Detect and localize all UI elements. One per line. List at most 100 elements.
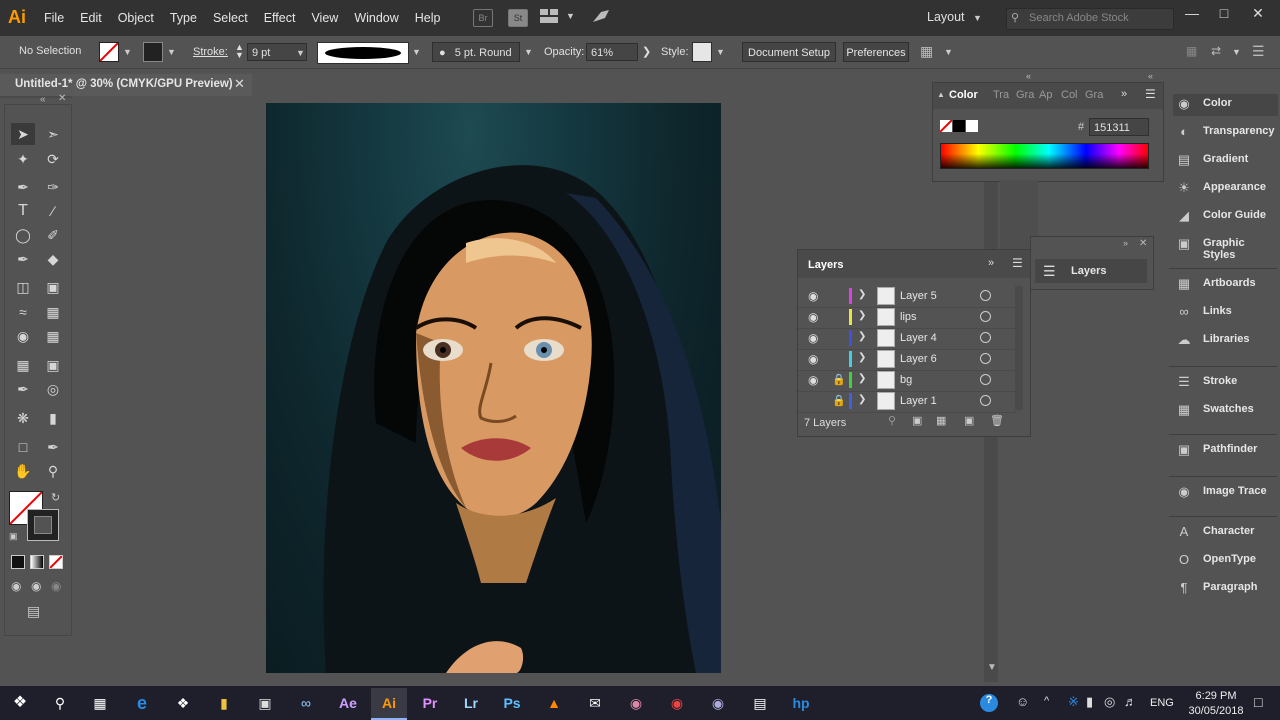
after-effects-icon[interactable]: Ae (330, 688, 366, 718)
collapse-panels-icon[interactable]: « (1026, 71, 1031, 81)
expand-chevron-icon[interactable]: ❯ (858, 394, 866, 405)
scroll-down-icon[interactable]: ▼ (987, 662, 997, 673)
reflect-tool-icon[interactable]: ◫ (11, 276, 35, 298)
hex-input[interactable]: 151311 (1089, 118, 1149, 136)
chevron-down-icon[interactable]: ▼ (412, 47, 421, 57)
windows-start-icon[interactable]: ❖ (2, 688, 38, 718)
zoom-tool-icon[interactable]: ⚲ (41, 460, 65, 482)
variable-width-profile[interactable] (317, 42, 409, 64)
menu-edit[interactable]: Edit (80, 11, 102, 25)
expand-chevron-icon[interactable]: ❯ (858, 352, 866, 363)
clock-date[interactable]: 30/05/2018 (1180, 705, 1252, 717)
premiere-icon[interactable]: Pr (412, 688, 448, 718)
expand-chevron-icon[interactable]: ❯ (858, 373, 866, 384)
menu-select[interactable]: Select (213, 11, 248, 25)
panel-arrows-icon[interactable]: ▲ (937, 90, 945, 99)
layer-name[interactable]: Layer 5 (900, 290, 937, 302)
make-clipping-mask-icon[interactable]: ▣ (912, 414, 922, 427)
edge-icon[interactable]: e (124, 688, 160, 718)
mesh-tool-icon[interactable]: ▦ (11, 354, 35, 376)
layer-row[interactable]: ◉ 🔒 ❯ bg (798, 370, 1016, 392)
chevron-down-icon[interactable]: ▼ (566, 11, 575, 21)
tab-transparency[interactable]: Tra (993, 89, 1009, 101)
tab-color[interactable]: Color (949, 89, 978, 101)
expand-chevron-icon[interactable]: ❯ (858, 289, 866, 300)
people-icon[interactable]: ☺ (1016, 694, 1029, 709)
chevron-down-icon[interactable]: ▼ (1232, 47, 1241, 57)
dock-item-color-guide[interactable]: ◢ Color Guide (1173, 206, 1278, 228)
preferences-button[interactable]: Preferences (843, 42, 909, 62)
paintbrush-tool-icon[interactable]: ✐ (41, 224, 65, 246)
dock-item-character[interactable]: A Character (1173, 522, 1278, 544)
document-tab[interactable]: Untitled-1* @ 30% (CMYK/GPU Preview) ✕ (0, 74, 252, 98)
collapse-icon[interactable]: » (1123, 238, 1128, 248)
target-circle-icon[interactable] (980, 353, 991, 364)
tab-graphic-styles[interactable]: Gra (1085, 89, 1103, 101)
chrome-icon[interactable]: ◉ (659, 688, 695, 718)
layer-name[interactable]: bg (900, 374, 912, 386)
scale-tool-icon[interactable]: ▣ (41, 276, 65, 298)
eye-icon[interactable]: ◉ (808, 373, 818, 387)
transform-icon[interactable]: ⇄ (1211, 44, 1225, 58)
document-setup-button[interactable]: Document Setup (742, 42, 836, 62)
stroke-weight-field[interactable]: 9 pt ▼ (247, 43, 307, 61)
dock-item-pathfinder[interactable]: ▣ Pathfinder (1173, 440, 1278, 462)
line-tool-icon[interactable]: ∕ (41, 200, 65, 222)
opacity-label[interactable]: Opacity: (544, 46, 584, 58)
stroke-swatch[interactable] (143, 42, 163, 62)
width-tool-icon[interactable]: ≈ (11, 301, 35, 323)
photo-app-icon[interactable]: ◉ (618, 688, 654, 718)
gradient-tool-icon[interactable]: ▣ (41, 354, 65, 376)
direct-selection-tool-icon[interactable]: ➣ (41, 123, 65, 145)
color-mode-icon[interactable] (11, 555, 25, 569)
dock-item-appearance[interactable]: ☀ Appearance (1173, 178, 1278, 200)
mail-icon[interactable]: ✉ (577, 688, 613, 718)
target-circle-icon[interactable] (980, 374, 991, 385)
blend-tool-icon[interactable]: ◎ (41, 378, 65, 400)
selection-tool-icon[interactable]: ➤ (11, 123, 35, 145)
fill-swatch[interactable] (99, 42, 119, 62)
eye-icon[interactable]: ◉ (808, 310, 818, 324)
layer-name[interactable]: lips (900, 311, 917, 323)
target-circle-icon[interactable] (980, 395, 991, 406)
chevron-down-icon[interactable]: ▼ (123, 47, 132, 57)
bridge-button[interactable]: Br (473, 9, 493, 27)
photoshop-icon[interactable]: Ps (494, 688, 530, 718)
target-circle-icon[interactable] (980, 290, 991, 301)
store-icon[interactable]: ▣ (247, 688, 283, 718)
new-layer-icon[interactable]: ▣ (964, 414, 974, 427)
panel-menu-icon[interactable]: ☰ (1145, 87, 1156, 101)
expand-chevron-icon[interactable]: ❯ (858, 331, 866, 342)
eyedropper-tool-icon[interactable]: ✒ (11, 378, 35, 400)
chevron-down-icon[interactable]: ▼ (973, 13, 982, 23)
free-transform-tool-icon[interactable]: ▦ (41, 301, 65, 323)
app-icon[interactable]: ◉ (700, 688, 736, 718)
shaper-tool-icon[interactable]: ✒ (11, 248, 35, 270)
layer-name[interactable]: Layer 6 (900, 353, 937, 365)
tab-appearance[interactable]: Ap (1039, 89, 1052, 101)
stroke-stepper[interactable]: ▲ ▼ (235, 43, 244, 60)
opacity-expand-icon[interactable]: ❯ (642, 45, 651, 58)
draw-normal-icon[interactable]: ◉ (11, 579, 21, 593)
type-tool-icon[interactable]: T (11, 200, 35, 222)
file-explorer-icon[interactable]: ▮ (206, 688, 242, 718)
layer-name[interactable]: Layer 4 (900, 332, 937, 344)
infinity-app-icon[interactable]: ∞ (288, 688, 324, 718)
menu-window[interactable]: Window (354, 11, 398, 25)
brush-definition-field[interactable]: ● 5 pt. Round (432, 42, 520, 62)
tray-chevron-icon[interactable]: ^ (1044, 695, 1049, 707)
dock-item-image-trace[interactable]: ◉ Image Trace (1173, 482, 1278, 504)
menu-view[interactable]: View (311, 11, 338, 25)
screen-mode-icon[interactable]: ▤ (27, 603, 40, 620)
stock-button[interactable]: St (508, 9, 528, 27)
layer-name[interactable]: Layer 1 (900, 395, 937, 407)
help-icon[interactable]: ? (980, 694, 998, 712)
eye-icon[interactable]: ◉ (808, 331, 818, 345)
chevron-down-icon[interactable]: ▼ (167, 47, 176, 57)
hand-tool-icon[interactable]: ✋ (11, 460, 35, 482)
tab-color-guide[interactable]: Col (1061, 89, 1078, 101)
swap-fill-stroke-icon[interactable]: ↻ (51, 491, 60, 504)
pen-tool-icon[interactable]: ✒ (11, 176, 35, 198)
lightroom-icon[interactable]: Lr (453, 688, 489, 718)
perspective-grid-tool-icon[interactable]: ▦ (41, 325, 65, 347)
